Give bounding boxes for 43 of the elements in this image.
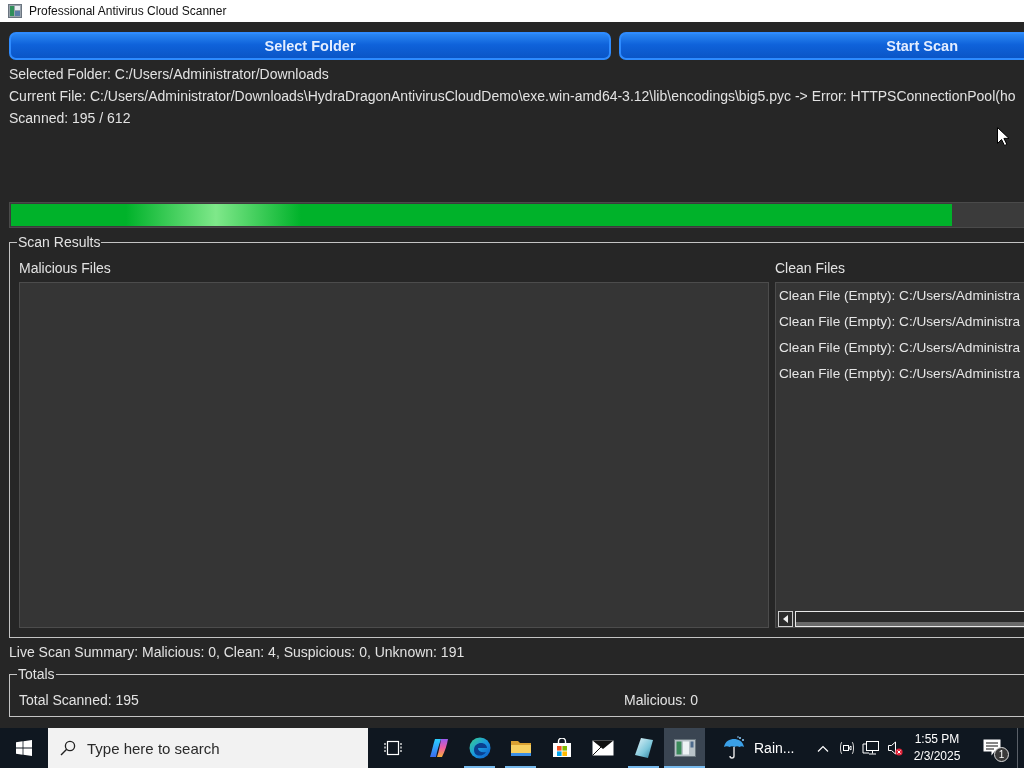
scrollbar-track[interactable] (795, 611, 1024, 627)
action-button[interactable]: Select Folder (9, 32, 611, 60)
envelope-icon (591, 740, 614, 756)
clean-file-item[interactable]: Clean File (Empty): C:/Users/Administra (776, 283, 1020, 309)
group-title: Totals (17, 667, 56, 682)
search-field[interactable]: Type here to search (48, 728, 368, 768)
app-window-icon (673, 739, 696, 757)
group-title: Scan Results (17, 235, 102, 250)
task-view-icon (384, 740, 402, 756)
search-icon (60, 740, 76, 756)
clean-file-item[interactable]: Clean File (Empty): C:/Users/Administra (776, 335, 1020, 361)
wave-circle-icon (468, 737, 491, 759)
weather-button[interactable]: Rain... (705, 728, 805, 768)
chevron-up-icon (817, 744, 829, 752)
mouse-pointer-icon (997, 127, 1009, 146)
scroll-left-button[interactable] (778, 611, 793, 627)
network-icon (862, 740, 880, 756)
total-scanned-text: Total Scanned: 195 (19, 691, 139, 710)
list-label: Malicious Files (19, 260, 111, 276)
clean-file-item[interactable]: Clean File (Empty): C:/Users/Administra (776, 309, 1020, 335)
umbrella-icon (722, 736, 746, 760)
clock-button[interactable]: 1:55 PM 2/3/2025 (907, 728, 967, 768)
taskbar-app-button[interactable] (664, 728, 705, 768)
clean-file-item[interactable]: Clean File (Empty): C:/Users/Administra (776, 361, 1020, 387)
action-button[interactable]: Start Scan (619, 32, 1024, 60)
app-icon (8, 4, 22, 18)
notification-count: 1 (994, 747, 1009, 762)
malicious-count-text: Malicious: 0 (624, 691, 698, 710)
swirl-icon (427, 738, 450, 758)
notification-button[interactable]: 1 (967, 728, 1017, 768)
windows-logo-icon (16, 740, 32, 756)
folder-icon (509, 739, 532, 757)
live-scan-summary: Live Scan Summary: Malicious: 0, Clean: 4, Suspicious: 0, Unknown: 191 (9, 643, 465, 662)
page-icon (633, 737, 654, 759)
selected-folder-text: Selected Folder: C:/Users/Administrator/Downloads (9, 65, 329, 84)
video-camera-icon (839, 740, 855, 756)
clean-files-list[interactable]: Clean File (Empty): C:/Users/Administra Clean File (Empty): C:/Users/Administra Clean File (Empty): C:/Users/Administra Clean File (Empty): C:/Users/Administra (775, 282, 1024, 628)
current-file-text: Current File: C:/Users/Administrator/Downloads\HydraDragonAntivirusCloudDemo\exe.win-amd64-3.12\lib\encodings\big5.pyc -> Error: HTTPSConnectionPool(ho (9, 87, 1016, 106)
shopping-bag-icon (551, 738, 572, 758)
window-title: Professional Antivirus Cloud Scanner (29, 3, 227, 19)
scanned-count-text: Scanned: 195 / 612 (9, 109, 131, 128)
list-label: Clean Files (775, 260, 846, 276)
left-triangle-icon (783, 615, 788, 623)
